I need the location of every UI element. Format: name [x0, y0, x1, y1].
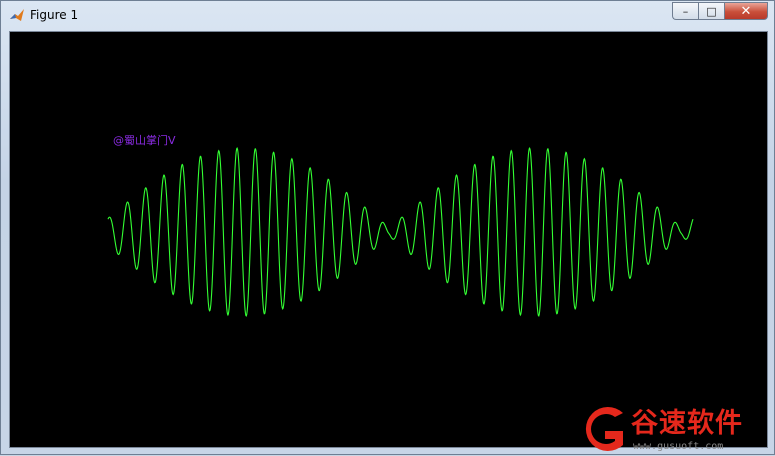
plot-area [107, 147, 694, 317]
figure-canvas[interactable]: @蜀山掌门V [9, 31, 768, 448]
watermark-logo [585, 407, 623, 451]
figure-window: Figure 1 – □ ✕ @蜀山掌门V 谷速软件 www.gusuoft.c… [0, 0, 775, 455]
signal-line [107, 147, 694, 317]
watermark: 谷速软件 www.gusuoft.com [573, 401, 775, 456]
matlab-icon [10, 9, 24, 21]
watermark-url: www.gusuoft.com [633, 441, 724, 452]
close-button[interactable]: ✕ [724, 2, 768, 20]
minimize-button[interactable]: – [672, 2, 698, 20]
watermark-brand: 谷速软件 [631, 408, 743, 439]
title-bar[interactable]: Figure 1 – □ ✕ [1, 1, 774, 31]
window-title: Figure 1 [30, 8, 79, 22]
caption-buttons: – □ ✕ [672, 2, 768, 20]
annotation-text: @蜀山掌门V [113, 134, 176, 147]
maximize-button[interactable]: □ [698, 2, 724, 20]
